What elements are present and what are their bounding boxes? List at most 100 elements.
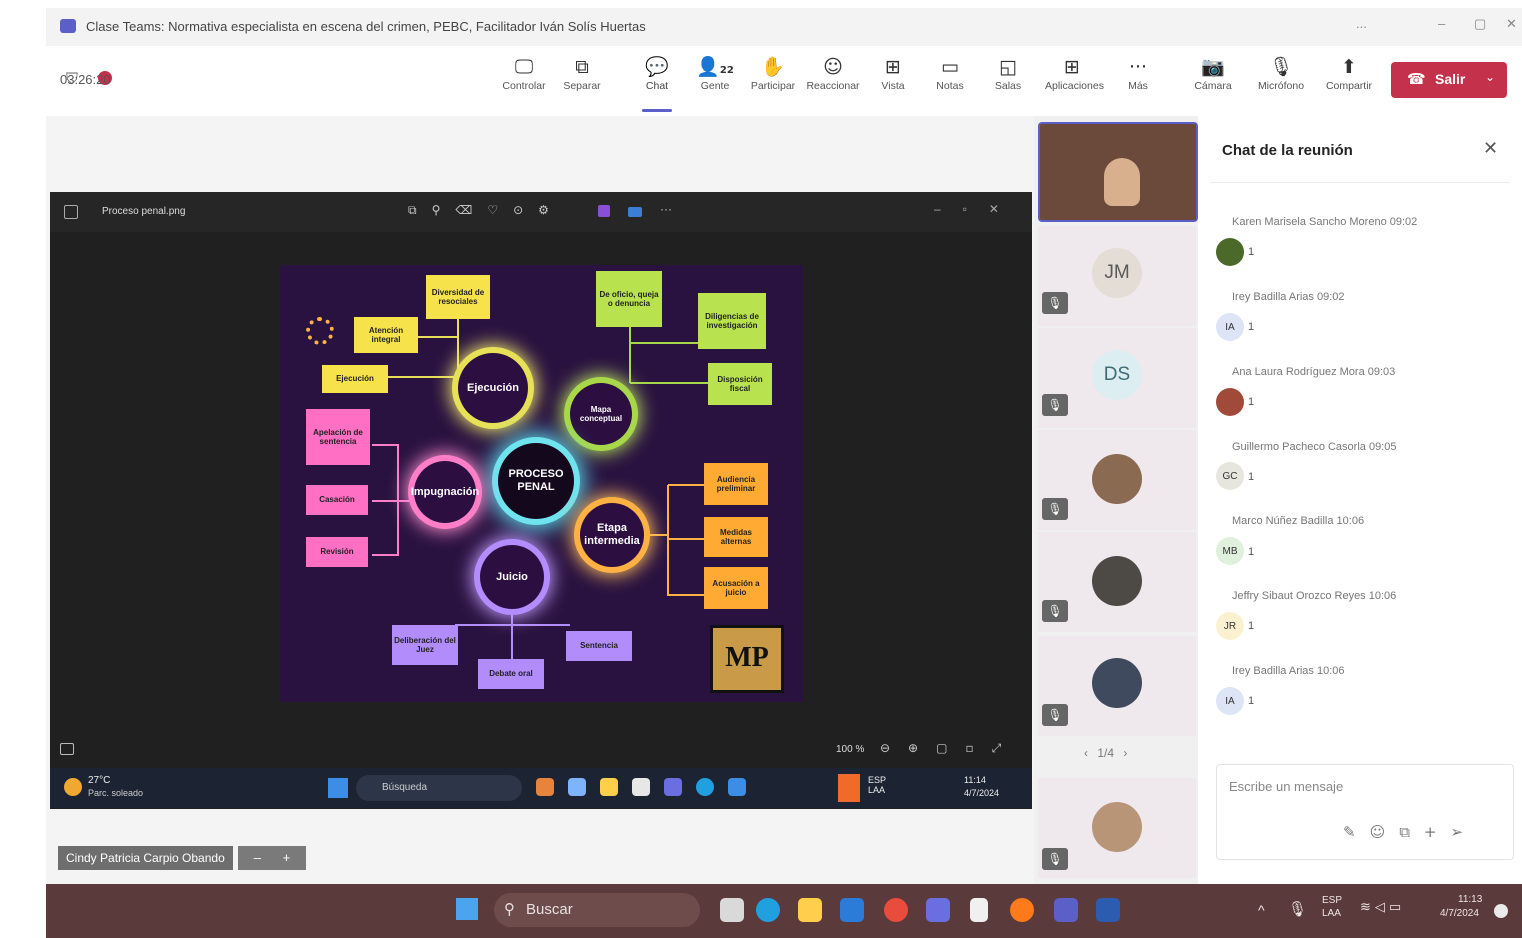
control-icon: 🖵 — [514, 56, 534, 78]
recording-tray-icon[interactable] — [838, 774, 860, 802]
app-icon[interactable] — [536, 778, 554, 796]
chevron-down-icon[interactable]: ⌄ — [1485, 70, 1495, 84]
viewer-zoom-tools[interactable]: ⊖⊕▢▫⤢ — [880, 741, 1019, 756]
edge-icon[interactable] — [696, 778, 714, 796]
people-button[interactable]: 👤22 Gente — [688, 54, 742, 92]
chat-message-header: Marco Núñez Badilla 10:06 — [1232, 515, 1365, 527]
reaction-count[interactable]: 1 — [1248, 396, 1254, 408]
node-green: Diligencias de investigación — [698, 293, 766, 349]
reaction-count[interactable]: 1 — [1248, 321, 1254, 333]
control-button[interactable]: 🖵 Controlar — [497, 54, 551, 92]
mic-off-icon: 🎙 — [1042, 292, 1068, 314]
teams-active-icon[interactable] — [1054, 898, 1078, 922]
taskbar-date[interactable]: 4/7/2024 — [1440, 908, 1479, 919]
participants-pager[interactable]: ‹ 1/4 › — [1084, 746, 1127, 760]
app-icon[interactable] — [568, 778, 586, 796]
reaction-count[interactable]: 1 — [1248, 246, 1254, 258]
apps-button[interactable]: ⊞ Aplicaciones — [1045, 54, 1104, 92]
react-button[interactable]: ☺ Reaccionar — [806, 54, 860, 92]
taskbar-lang[interactable]: ESP LAA — [1322, 894, 1348, 920]
circle-mapa-conceptual: Mapa conceptual — [570, 383, 632, 445]
taskbar-time[interactable]: 11:13 — [1458, 894, 1482, 905]
viewer-more-icon[interactable]: ··· — [660, 202, 672, 216]
participant-tile[interactable]: 🎙 — [1038, 430, 1196, 530]
mic-off-icon: 🎙 — [1042, 600, 1068, 622]
leave-button[interactable]: ☎ Salir ⌄ — [1391, 62, 1507, 98]
chevron-up-icon[interactable]: ^ — [1258, 902, 1265, 918]
raise-hand-button[interactable]: ✋ Participar — [746, 54, 800, 92]
participant-tile[interactable]: JM 🎙 — [1038, 226, 1196, 326]
windows-start-icon[interactable] — [456, 898, 478, 920]
mic-tray-icon[interactable]: 🎙 — [1288, 900, 1307, 918]
folder-icon[interactable] — [798, 898, 822, 922]
notifications-icon[interactable] — [1494, 904, 1508, 918]
close-window-button[interactable]: ✕ — [1506, 16, 1517, 32]
reaction-count[interactable]: 1 — [1248, 695, 1254, 707]
edge-icon[interactable] — [756, 898, 780, 922]
raise-hand-label: Participar — [750, 80, 796, 92]
chat-icon: 💬 — [645, 56, 669, 78]
people-label: Gente — [700, 80, 730, 92]
viewer-window-controls[interactable]: –▫✕ — [934, 202, 1021, 216]
sender-avatar: JR — [1216, 612, 1244, 640]
rooms-button[interactable]: ◱ Salas — [981, 54, 1035, 92]
share-button[interactable]: ⬆ Compartir — [1322, 54, 1376, 92]
inner-search-box[interactable]: Búsqueda — [356, 775, 522, 801]
self-video-tile[interactable] — [1038, 122, 1198, 222]
chat-divider — [1210, 182, 1510, 183]
node-orange: Acusación a juicio — [704, 567, 768, 609]
participant-tile[interactable]: 🎙 — [1038, 778, 1196, 878]
folder-icon[interactable] — [600, 778, 618, 796]
reaction-count[interactable]: 1 — [1248, 471, 1254, 483]
document-icon[interactable] — [970, 898, 988, 922]
teams-taskbar-icon[interactable] — [664, 778, 682, 796]
react-label: Reaccionar — [806, 80, 860, 92]
store-icon[interactable] — [840, 898, 864, 922]
maximize-button[interactable]: ▢ — [1474, 16, 1486, 32]
network-volume-battery-icons[interactable]: ≋◁▭ — [1360, 900, 1405, 915]
windows-start-icon[interactable] — [328, 778, 348, 798]
node-yellow: Ejecución — [322, 365, 388, 393]
rooms-label: Salas — [994, 80, 1022, 92]
chat-title: Chat de la reunión — [1222, 142, 1353, 159]
minimize-button[interactable]: – — [1438, 16, 1445, 31]
close-icon[interactable]: ✕ — [1483, 138, 1498, 159]
chevron-right-icon[interactable]: › — [1123, 746, 1127, 760]
zoom-in-button[interactable]: + — [283, 850, 291, 865]
window-more-button[interactable]: ... — [1356, 16, 1367, 31]
teams-taskbar-icon[interactable] — [926, 898, 950, 922]
image-viewer-titlebar: Proceso penal.png ⧉⚲⌫♡⊙⚙ ··· –▫✕ — [50, 192, 1032, 232]
edit-icon[interactable] — [628, 207, 642, 217]
notes-button[interactable]: ▭ Notas — [923, 54, 977, 92]
weather-icon — [64, 778, 82, 796]
designer-icon[interactable] — [598, 205, 610, 217]
participant-tile[interactable]: 🎙 — [1038, 532, 1196, 632]
chrome-icon[interactable] — [884, 898, 908, 922]
photos-icon[interactable] — [728, 778, 746, 796]
firefox-icon[interactable] — [1010, 898, 1034, 922]
viewer-title: Proceso penal.png — [102, 206, 186, 217]
chat-compose-box[interactable]: Escribe un mensaje ✎☺⧉+➢ — [1216, 764, 1514, 860]
reaction-count[interactable]: 1 — [1248, 620, 1254, 632]
task-view-icon[interactable] — [720, 898, 744, 922]
microphone-label: Micrófono — [1257, 80, 1305, 92]
filmstrip-icon[interactable] — [60, 743, 74, 755]
participant-tile[interactable]: DS 🎙 — [1038, 328, 1196, 428]
presenter-name-tag: Cindy Patricia Carpio Obando — [58, 846, 233, 870]
zoom-out-button[interactable]: – — [254, 850, 261, 865]
chat-button[interactable]: 💬 Chat — [630, 54, 684, 112]
reaction-count[interactable]: 1 — [1248, 546, 1254, 558]
word-icon[interactable] — [1096, 898, 1120, 922]
taskbar-search[interactable]: ⚲ Buscar — [494, 893, 700, 927]
chevron-left-icon[interactable]: ‹ — [1084, 746, 1088, 760]
camera-button[interactable]: 📷 Cámara — [1186, 54, 1240, 92]
participant-tile[interactable]: 🎙 — [1038, 636, 1196, 736]
app-icon[interactable] — [632, 778, 650, 796]
compose-tools[interactable]: ✎☺⧉+➢ — [1343, 823, 1477, 841]
more-button[interactable]: ··· Más — [1111, 54, 1165, 92]
viewer-tools-icons[interactable]: ⧉⚲⌫♡⊙⚙ — [408, 203, 564, 218]
participant-photo — [1092, 802, 1142, 852]
view-button[interactable]: ⊞ Vista — [866, 54, 920, 92]
pop-out-button[interactable]: ⧉ Separar — [555, 54, 609, 92]
microphone-button[interactable]: 🎙 Micrófono — [1254, 54, 1308, 92]
